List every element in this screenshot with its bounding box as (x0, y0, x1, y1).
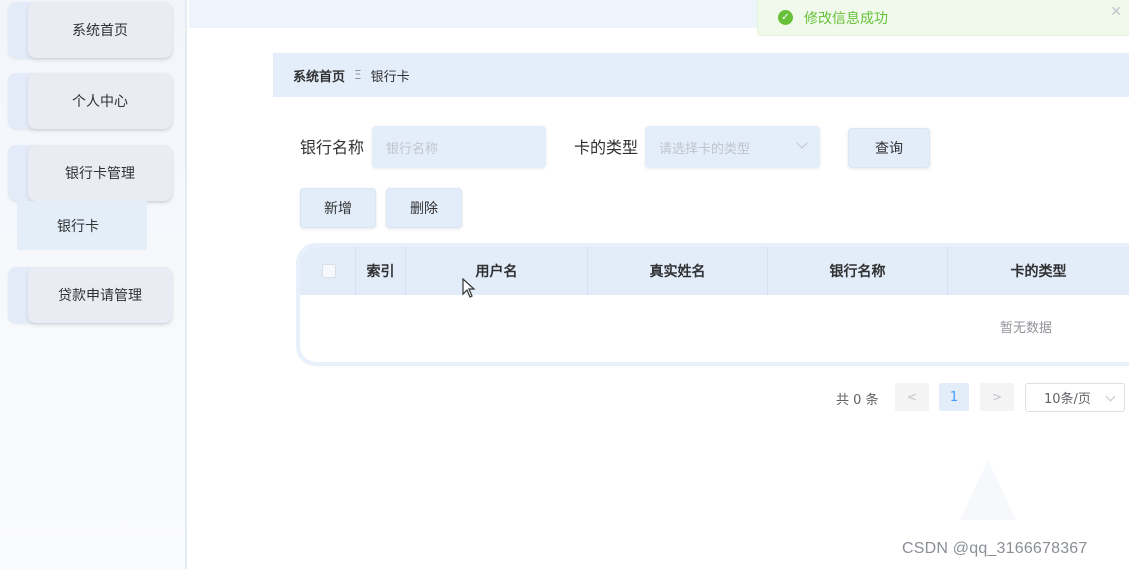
pagination-next-button[interactable]: > (980, 383, 1014, 411)
page-size-select[interactable]: 10条/页 (1025, 383, 1125, 412)
add-button[interactable]: 新增 (300, 188, 376, 228)
bank-name-placeholder: 银行名称 (386, 141, 439, 157)
sidebar-item-bank-card-management[interactable]: 银行卡管理 (8, 145, 172, 201)
delete-button[interactable]: 删除 (386, 188, 462, 228)
sidebar-item-loan-application-management[interactable]: 贷款申请管理 (8, 267, 172, 323)
column-header-username[interactable]: 用户名 (406, 247, 588, 295)
query-button[interactable]: 查询 (848, 128, 930, 168)
sidebar-item-label: 个人中心 (28, 73, 172, 129)
table-empty-text: 暂无数据 (1000, 321, 1053, 336)
sidebar-item-label: 银行卡管理 (28, 145, 172, 201)
card-type-select[interactable]: 请选择卡的类型 (645, 126, 820, 168)
pagination-prev-button[interactable]: < (895, 383, 929, 411)
breadcrumb-separator: Ξ (354, 68, 362, 82)
column-header-real-name[interactable]: 真实姓名 (588, 247, 768, 295)
close-icon[interactable]: ✕ (1110, 4, 1122, 20)
breadcrumb: 系统首页 Ξ 银行卡 (273, 53, 1129, 97)
chevron-down-icon (796, 137, 808, 149)
breadcrumb-home[interactable]: 系统首页 (293, 66, 345, 85)
table-header: 索引 用户名 真实姓名 银行名称 卡的类型 (300, 247, 1129, 295)
breadcrumb-current: 银行卡 (370, 69, 410, 85)
sidebar-subitem-bank-card[interactable]: 银行卡 (17, 201, 147, 250)
column-header-card-type[interactable]: 卡的类型 (948, 247, 1129, 295)
pagination-page-1[interactable]: 1 (939, 383, 969, 411)
success-toast: ✓ 修改信息成功 ✕ (757, 0, 1129, 36)
data-table: 索引 用户名 真实姓名 银行名称 卡的类型 暂无数据 (300, 247, 1129, 362)
column-header-index[interactable]: 索引 (356, 247, 406, 295)
sidebar-item-personal-center[interactable]: 个人中心 (8, 73, 172, 129)
card-type-label: 卡的类型 (574, 138, 639, 157)
select-all-cell (300, 247, 356, 295)
sidebar-item-home[interactable]: 系统首页 (8, 2, 172, 58)
watermark: CSDN @qq_3166678367 (902, 540, 1088, 557)
sidebar-item-label: 系统首页 (28, 2, 172, 58)
bank-name-input[interactable]: 银行名称 (372, 126, 546, 168)
toast-message: 修改信息成功 (804, 10, 888, 27)
column-header-bank-name[interactable]: 银行名称 (768, 247, 948, 295)
chevron-down-icon (1105, 391, 1116, 402)
bank-name-label: 银行名称 (300, 138, 365, 157)
select-all-checkbox[interactable] (322, 264, 336, 278)
background-decoration (960, 460, 1016, 520)
check-circle-icon: ✓ (778, 10, 793, 25)
page-size-value: 10条/页 (1044, 392, 1091, 407)
pagination-total: 共 0 条 (836, 393, 879, 408)
card-type-placeholder: 请选择卡的类型 (659, 141, 751, 157)
sidebar-item-label: 贷款申请管理 (28, 267, 172, 323)
sidebar: 系统首页 个人中心 银行卡管理 银行卡 贷款申请管理 (0, 0, 187, 569)
mouse-cursor-icon (462, 278, 476, 298)
